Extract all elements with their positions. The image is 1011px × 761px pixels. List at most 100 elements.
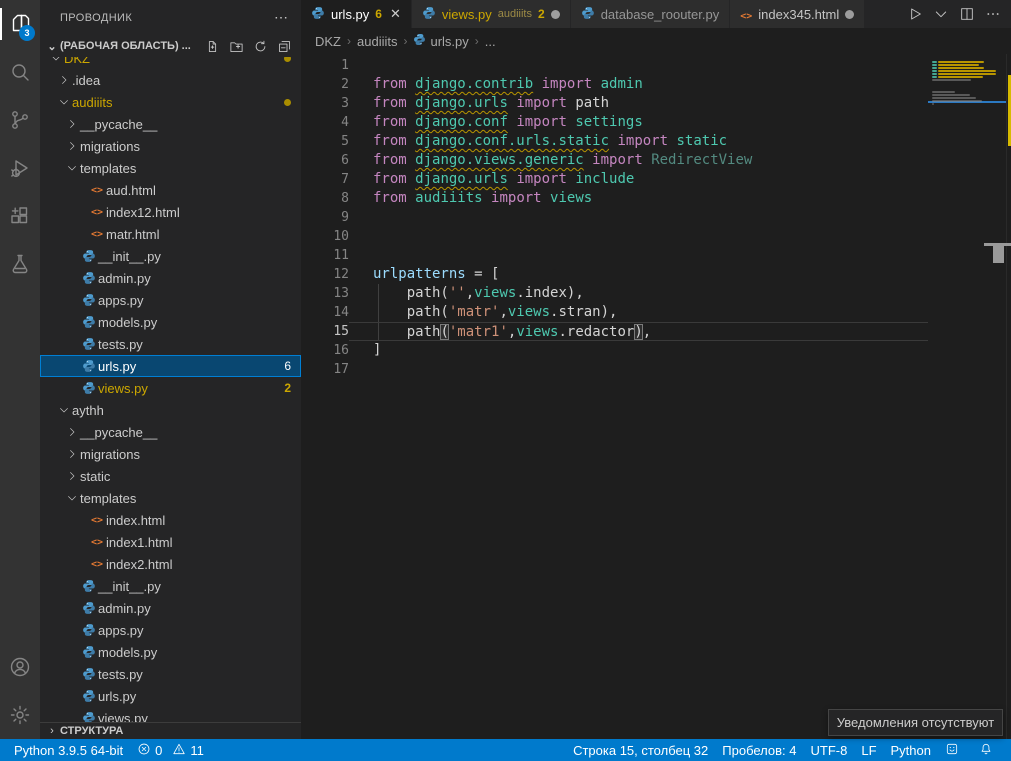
code-line-9[interactable]: 9 bbox=[301, 208, 928, 227]
tree-item-audiiits[interactable]: audiiits bbox=[40, 91, 301, 113]
status-encoding[interactable]: UTF-8 bbox=[811, 743, 848, 758]
tree-item-urls-py[interactable]: urls.py bbox=[40, 685, 301, 707]
line-number: 11 bbox=[301, 246, 349, 265]
tree-item--init-py[interactable]: __init__.py bbox=[40, 245, 301, 267]
modified-dot-icon[interactable] bbox=[845, 10, 854, 19]
breadcrumb-item--[interactable]: ... bbox=[485, 34, 496, 49]
tree-item-tests-py[interactable]: tests.py bbox=[40, 333, 301, 355]
collapse-all-icon[interactable] bbox=[275, 37, 293, 55]
split-editor-icon[interactable] bbox=[959, 6, 975, 22]
code-line-1[interactable]: 1 bbox=[301, 56, 928, 75]
breadcrumb-item-urls-py[interactable]: urls.py bbox=[413, 33, 468, 49]
problems-badge: 2 bbox=[284, 381, 291, 395]
code-line-5[interactable]: 5from django.conf.urls.static import sta… bbox=[301, 132, 928, 151]
new-folder-icon[interactable] bbox=[227, 37, 245, 55]
line-number: 5 bbox=[301, 132, 349, 151]
source-control-icon[interactable] bbox=[0, 96, 40, 144]
tree-item-index1-html[interactable]: index1.html bbox=[40, 531, 301, 553]
code-line-7[interactable]: 7from django.urls import include bbox=[301, 170, 928, 189]
code-line-15[interactable]: 15 path('matr1',views.redactor), bbox=[301, 322, 928, 341]
status-python-interpreter[interactable]: Python 3.9.5 64-bit bbox=[14, 743, 123, 758]
run-icon[interactable] bbox=[907, 6, 923, 22]
tree-item-tests-py[interactable]: tests.py bbox=[40, 663, 301, 685]
extensions-icon[interactable] bbox=[0, 192, 40, 240]
tree-item-label: __init__.py bbox=[98, 579, 161, 594]
tree-item-apps-py[interactable]: apps.py bbox=[40, 289, 301, 311]
code-line-11[interactable]: 11 bbox=[301, 246, 928, 265]
tree-item-label: urls.py bbox=[98, 689, 136, 704]
new-file-icon[interactable] bbox=[203, 37, 221, 55]
tree-item-index2-html[interactable]: index2.html bbox=[40, 553, 301, 575]
status-eol[interactable]: LF bbox=[861, 743, 876, 758]
code-line-2[interactable]: 2from django.contrib import admin bbox=[301, 75, 928, 94]
tree-item-models-py[interactable]: models.py bbox=[40, 641, 301, 663]
code-line-17[interactable]: 17 bbox=[301, 360, 928, 379]
tree-item--init-py[interactable]: __init__.py bbox=[40, 575, 301, 597]
tree-item-static[interactable]: static bbox=[40, 465, 301, 487]
status-cursor-position[interactable]: Строка 15, столбец 32 bbox=[573, 743, 708, 758]
tree-item-views-py[interactable]: views.py bbox=[40, 707, 301, 722]
tree-item-templates[interactable]: templates bbox=[40, 157, 301, 179]
workspace-section-header[interactable]: ⌄ (РАБОЧАЯ ОБЛАСТЬ) ... bbox=[40, 35, 301, 57]
status-feedback[interactable] bbox=[945, 742, 959, 759]
tree-item--idea[interactable]: .idea bbox=[40, 69, 301, 91]
code-line-6[interactable]: 6from django.views.generic import Redire… bbox=[301, 151, 928, 170]
tree-item-views-py[interactable]: views.py2 bbox=[40, 377, 301, 399]
code-line-16[interactable]: 16] bbox=[301, 341, 928, 360]
more-actions-icon[interactable] bbox=[985, 6, 1001, 22]
status-indentation[interactable]: Пробелов: 4 bbox=[722, 743, 796, 758]
tree-item--pycache-[interactable]: __pycache__ bbox=[40, 421, 301, 443]
tree-item-aud-html[interactable]: aud.html bbox=[40, 179, 301, 201]
sidebar-more-icon[interactable]: ⋯ bbox=[274, 9, 289, 26]
close-icon[interactable]: ✕ bbox=[390, 6, 401, 22]
tree-item-matr-html[interactable]: matr.html bbox=[40, 223, 301, 245]
minimap[interactable] bbox=[928, 54, 1006, 739]
status-notifications[interactable] bbox=[973, 739, 999, 761]
tree-item-urls-py[interactable]: urls.py6 bbox=[40, 355, 301, 377]
tree-item-index-html[interactable]: index.html bbox=[40, 509, 301, 531]
tab-database-roouter-py[interactable]: database_roouter.py bbox=[571, 0, 731, 28]
testing-icon[interactable] bbox=[0, 240, 40, 288]
breadcrumb-item-audiiits[interactable]: audiiits bbox=[357, 34, 397, 49]
tree-item-aythh[interactable]: aythh bbox=[40, 399, 301, 421]
status-text: Python 3.9.5 64-bit bbox=[14, 743, 123, 758]
tab-index345-html[interactable]: index345.html bbox=[730, 0, 865, 28]
code-line-4[interactable]: 4from django.conf import settings bbox=[301, 113, 928, 132]
code-line-12[interactable]: 12urlpatterns = [ bbox=[301, 265, 928, 284]
status-language-mode[interactable]: Python bbox=[891, 743, 931, 758]
python-file-icon bbox=[80, 689, 98, 703]
tree-item-admin-py[interactable]: admin.py bbox=[40, 597, 301, 619]
explorer-icon[interactable]: 3 bbox=[0, 0, 40, 48]
code-line-13[interactable]: 13 path('',views.index), bbox=[301, 284, 928, 303]
run-debug-icon[interactable] bbox=[0, 144, 40, 192]
code-line-3[interactable]: 3from django.urls import path bbox=[301, 94, 928, 113]
tree-item--pycache-[interactable]: __pycache__ bbox=[40, 113, 301, 135]
tree-item-admin-py[interactable]: admin.py bbox=[40, 267, 301, 289]
code-editor[interactable]: 12from django.contrib import admin3from … bbox=[301, 54, 1011, 739]
code-line-10[interactable]: 10 bbox=[301, 227, 928, 246]
tree-item-index12-html[interactable]: index12.html bbox=[40, 201, 301, 223]
tree-item-models-py[interactable]: models.py bbox=[40, 311, 301, 333]
status-problems[interactable]: 011 bbox=[137, 742, 204, 759]
search-icon[interactable] bbox=[0, 48, 40, 96]
html-file-icon bbox=[88, 559, 106, 570]
tree-item-apps-py[interactable]: apps.py bbox=[40, 619, 301, 641]
refresh-icon[interactable] bbox=[251, 37, 269, 55]
tab-urls-py[interactable]: urls.py6✕ bbox=[301, 0, 412, 28]
outline-section-header[interactable]: › СТРУКТУРА bbox=[40, 722, 301, 739]
account-icon[interactable] bbox=[0, 643, 40, 691]
chevron-down-icon bbox=[48, 57, 64, 64]
tree-item-templates[interactable]: templates bbox=[40, 487, 301, 509]
modified-dot-icon[interactable] bbox=[551, 10, 560, 19]
tree-item-migrations[interactable]: migrations bbox=[40, 135, 301, 157]
run-dropdown-icon[interactable] bbox=[933, 6, 949, 22]
tree-item-migrations[interactable]: migrations bbox=[40, 443, 301, 465]
code-line-8[interactable]: 8from audiiits import views bbox=[301, 189, 928, 208]
code-line-14[interactable]: 14 path('matr',views.stran), bbox=[301, 303, 928, 322]
overview-ruler[interactable] bbox=[1006, 54, 1011, 739]
tree-item-dkz[interactable]: DKZ bbox=[40, 57, 301, 69]
tab-views-py[interactable]: views.pyaudiiits2 bbox=[412, 0, 571, 28]
settings-icon[interactable] bbox=[0, 691, 40, 739]
code-text bbox=[349, 360, 928, 379]
breadcrumb-item-dkz[interactable]: DKZ bbox=[315, 34, 341, 49]
